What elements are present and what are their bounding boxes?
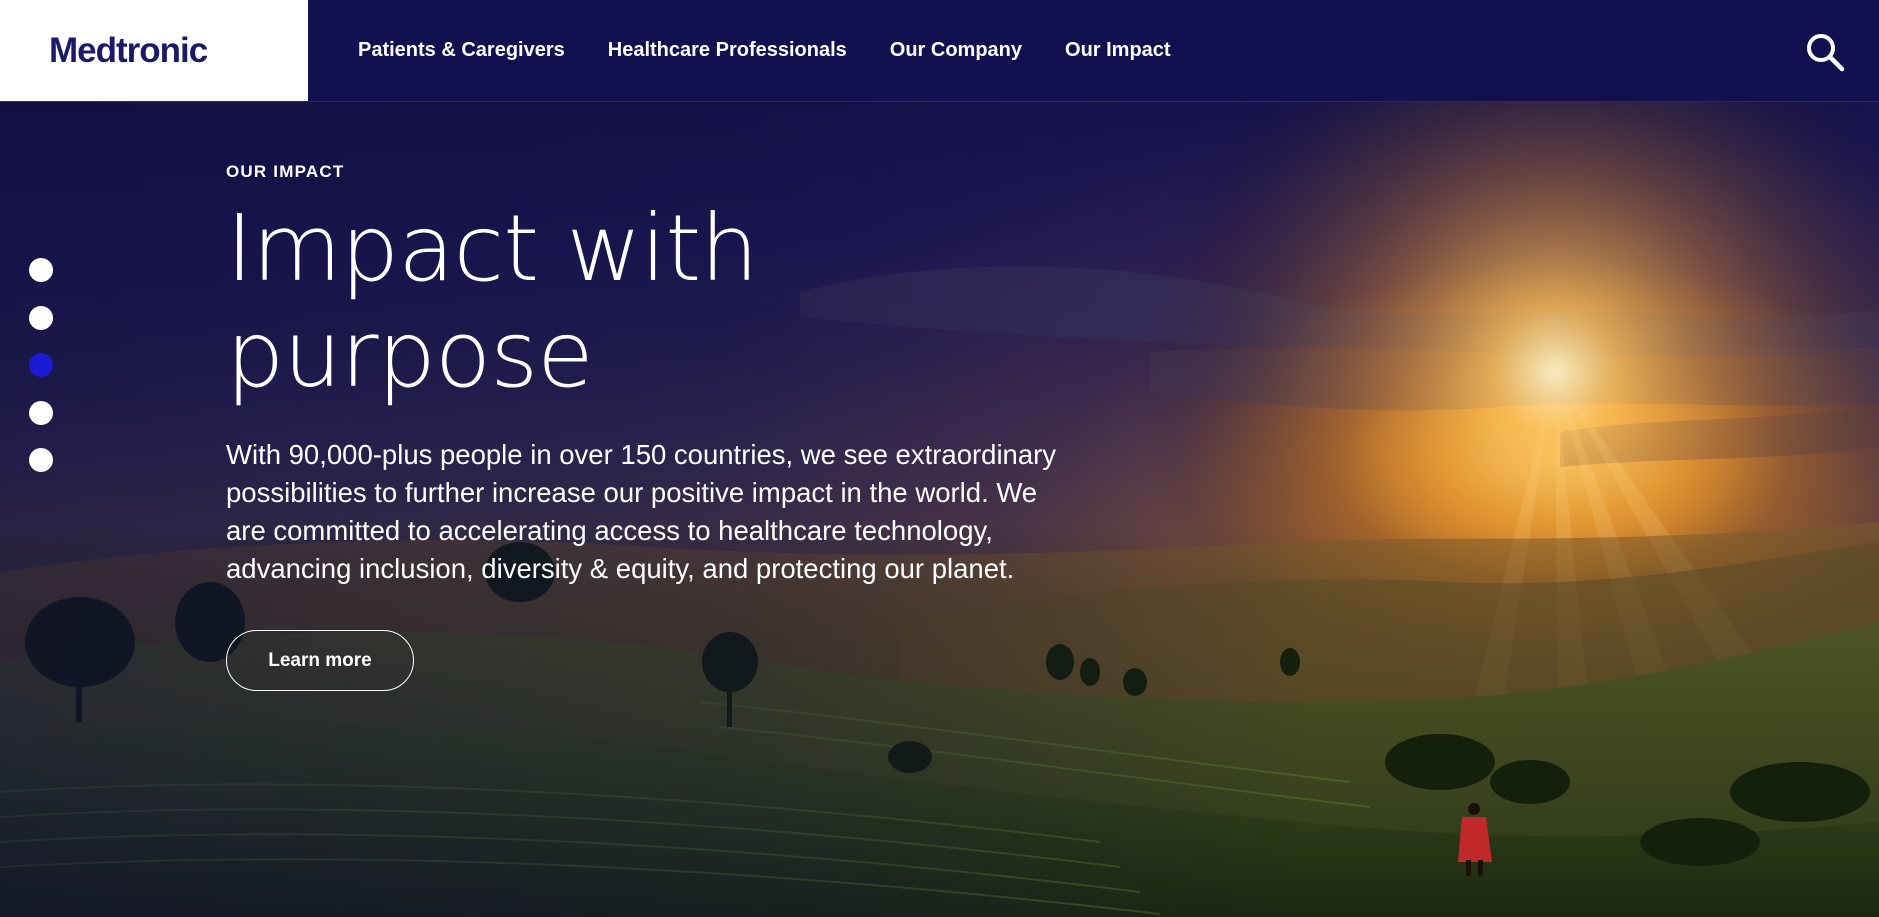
carousel-dot-3-active[interactable] bbox=[29, 353, 53, 377]
search-icon bbox=[1807, 34, 1845, 72]
nav-item-our-company[interactable]: Our Company bbox=[890, 39, 1022, 62]
site-header: Medtronic Patients & Caregivers Healthca… bbox=[0, 0, 1879, 102]
logo[interactable]: Medtronic bbox=[0, 0, 308, 101]
search-button[interactable] bbox=[1805, 32, 1845, 72]
hero-eyebrow: OUR IMPACT bbox=[226, 162, 345, 181]
hero-content: OUR IMPACT Impact with purpose With 90,0… bbox=[226, 162, 1086, 691]
learn-more-button[interactable]: Learn more bbox=[226, 630, 414, 691]
hero-headline-line-1: Impact with bbox=[226, 195, 759, 302]
hero-body: With 90,000-plus people in over 150 coun… bbox=[226, 439, 1057, 584]
carousel-dot-1[interactable] bbox=[29, 258, 53, 282]
main-nav: Patients & Caregivers Healthcare Profess… bbox=[358, 0, 1214, 101]
carousel-dot-4[interactable] bbox=[29, 400, 53, 425]
carousel-dot-5[interactable] bbox=[29, 448, 53, 472]
nav-item-patients-caregivers[interactable]: Patients & Caregivers bbox=[358, 39, 565, 62]
learn-more-label: Learn more bbox=[268, 649, 372, 671]
nav-item-our-impact[interactable]: Our Impact bbox=[1065, 39, 1171, 62]
hero-headline: Impact with purpose bbox=[226, 196, 846, 408]
hero-headline-line-2: purpose bbox=[226, 301, 594, 408]
nav-item-healthcare-professionals[interactable]: Healthcare Professionals bbox=[608, 39, 847, 62]
logo-text: Medtronic bbox=[49, 30, 208, 70]
carousel-dots bbox=[29, 258, 53, 496]
carousel-dot-2[interactable] bbox=[29, 305, 53, 330]
